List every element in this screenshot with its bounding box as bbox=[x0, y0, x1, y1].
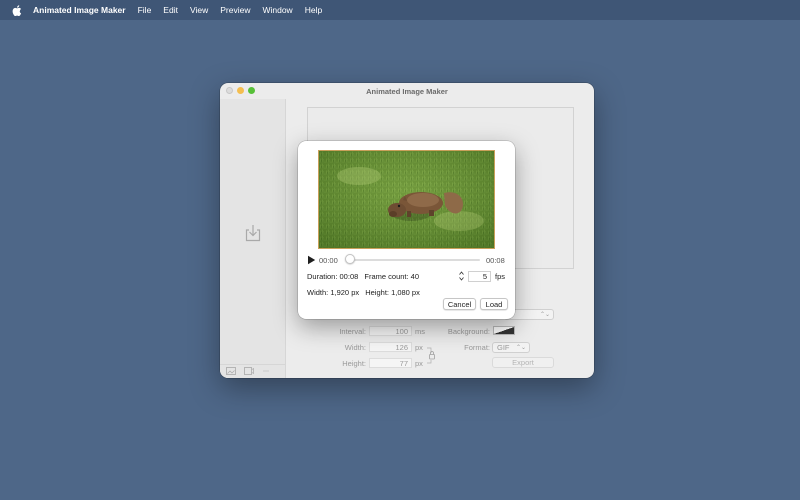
chevron-updown-icon: ⌃⌄ bbox=[539, 312, 550, 318]
menu-file[interactable]: File bbox=[138, 5, 152, 15]
fps-unit: fps bbox=[495, 272, 506, 281]
video-scrubber: 00:00 00:08 bbox=[307, 254, 507, 265]
height-field[interactable]: 77 bbox=[369, 358, 412, 368]
format-label: Format: bbox=[464, 343, 490, 352]
export-button[interactable]: Export bbox=[492, 357, 554, 368]
menu-bar: Animated Image Maker File Edit View Prev… bbox=[0, 0, 800, 20]
current-time: 00:00 bbox=[319, 256, 338, 265]
video-size-row: Width: 1,920 px Height: 1,080 px bbox=[307, 288, 420, 297]
play-icon[interactable] bbox=[307, 255, 316, 265]
menu-preview[interactable]: Preview bbox=[220, 5, 250, 15]
video-preview bbox=[318, 150, 495, 249]
menu-edit[interactable]: Edit bbox=[163, 5, 178, 15]
chevron-updown-icon: ⌃⌄ bbox=[515, 345, 526, 351]
format-popup[interactable]: GIF ⌃⌄ bbox=[492, 342, 530, 353]
menu-view[interactable]: View bbox=[190, 5, 208, 15]
height-label: Height: bbox=[342, 359, 366, 368]
height-info-text: Height: 1,080 px bbox=[365, 288, 420, 297]
apple-icon[interactable] bbox=[11, 4, 23, 16]
format-value: GIF bbox=[497, 343, 510, 352]
aspect-lock-icon[interactable] bbox=[427, 345, 437, 365]
width-info-text: Width: 1,920 px bbox=[307, 288, 360, 297]
load-video-dialog: 00:00 00:08 Duration: 00:08 Frame count:… bbox=[298, 141, 515, 319]
load-button[interactable]: Load bbox=[480, 298, 508, 310]
scrub-knob[interactable] bbox=[345, 254, 355, 264]
interval-field[interactable]: 100 bbox=[369, 326, 412, 336]
menu-window[interactable]: Window bbox=[262, 5, 292, 15]
interval-label: Interval: bbox=[339, 327, 366, 336]
duration-text: Duration: 00:08 bbox=[307, 272, 359, 281]
stepper-icon[interactable] bbox=[458, 270, 465, 282]
menu-app-name[interactable]: Animated Image Maker bbox=[33, 5, 126, 15]
width-unit: px bbox=[415, 343, 423, 352]
width-field[interactable]: 126 bbox=[369, 342, 412, 352]
frame-count-text: Frame count: 40 bbox=[364, 272, 419, 281]
background-label: Background: bbox=[447, 327, 490, 336]
fps-field[interactable]: 5 bbox=[468, 271, 491, 282]
interval-unit: ms bbox=[415, 327, 425, 336]
menu-help[interactable]: Help bbox=[305, 5, 322, 15]
width-label: Width: bbox=[344, 343, 366, 352]
scrub-track[interactable] bbox=[347, 259, 480, 261]
cancel-button[interactable]: Cancel bbox=[443, 298, 476, 310]
squirrel-on-grass-image bbox=[319, 151, 494, 248]
background-color-well[interactable] bbox=[493, 326, 515, 335]
video-info-row: Duration: 00:08 Frame count: 40 bbox=[307, 272, 419, 281]
total-time: 00:08 bbox=[486, 256, 505, 265]
height-unit: px bbox=[415, 359, 423, 368]
